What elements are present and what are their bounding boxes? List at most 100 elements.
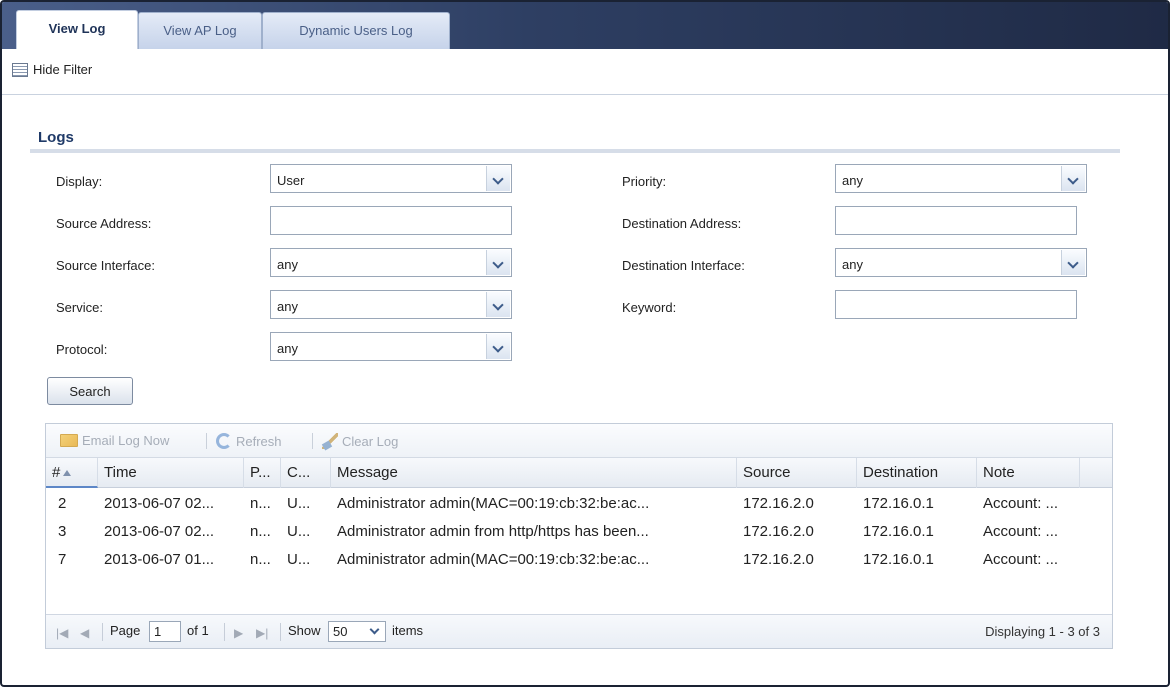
cell-category: U... bbox=[287, 495, 311, 512]
keyword-field[interactable] bbox=[836, 291, 1076, 318]
source-interface-select[interactable]: any bbox=[270, 248, 512, 277]
protocol-value: any bbox=[277, 341, 298, 356]
column-header-category[interactable]: C... bbox=[281, 458, 331, 488]
source-address-field[interactable] bbox=[271, 207, 511, 234]
cell-category: U... bbox=[287, 523, 311, 540]
page-count-label: of 1 bbox=[187, 623, 209, 638]
hide-filter-label: Hide Filter bbox=[33, 62, 93, 77]
source-interface-value: any bbox=[277, 257, 298, 272]
broom-icon bbox=[322, 433, 338, 449]
priority-select[interactable]: any bbox=[835, 164, 1087, 193]
column-header-priority[interactable]: P... bbox=[244, 458, 281, 488]
pager-divider bbox=[280, 623, 281, 641]
page-size-select[interactable]: 50 bbox=[328, 621, 386, 642]
column-header-label: # bbox=[52, 464, 61, 481]
show-label: Show bbox=[288, 623, 321, 638]
next-page-icon[interactable]: ▶ bbox=[234, 626, 243, 640]
cell-source: 172.16.2.0 bbox=[743, 523, 814, 540]
search-button[interactable]: Search bbox=[47, 377, 133, 405]
filter-toolbar: Hide Filter bbox=[2, 49, 1168, 95]
list-icon bbox=[12, 62, 28, 77]
refresh-label: Refresh bbox=[236, 433, 282, 449]
cell-destination: 172.16.0.1 bbox=[863, 495, 934, 512]
display-select[interactable]: User bbox=[270, 164, 512, 193]
cell-note: Account: ... bbox=[983, 495, 1059, 512]
log-window: View Log View AP Log Dynamic Users Log H… bbox=[0, 0, 1170, 687]
protocol-label: Protocol: bbox=[56, 342, 108, 357]
chevron-down-icon[interactable] bbox=[368, 625, 382, 638]
chevron-down-icon[interactable] bbox=[486, 334, 510, 359]
cell-time: 2013-06-07 02... bbox=[104, 495, 215, 512]
chevron-down-icon[interactable] bbox=[486, 250, 510, 275]
grid-header: # Time P... C... Message Source Destinat… bbox=[46, 458, 1112, 488]
cell-time: 2013-06-07 02... bbox=[104, 523, 215, 540]
cell-note: Account: ... bbox=[983, 523, 1059, 540]
chevron-down-icon[interactable] bbox=[486, 292, 510, 317]
email-log-now-button[interactable]: Email Log Now bbox=[60, 433, 169, 448]
table-row[interactable]: 3 2013-06-07 02... n... U... Administrat… bbox=[46, 518, 1112, 546]
table-row[interactable]: 7 2013-06-07 01... n... U... Administrat… bbox=[46, 546, 1112, 574]
table-row[interactable]: 2 2013-06-07 02... n... U... Administrat… bbox=[46, 490, 1112, 518]
last-page-icon[interactable]: ▶| bbox=[256, 626, 268, 640]
column-header-source[interactable]: Source bbox=[737, 458, 857, 488]
keyword-label: Keyword: bbox=[622, 300, 677, 315]
cell-number: 3 bbox=[58, 523, 67, 540]
cell-category: U... bbox=[287, 551, 311, 568]
section-title: Logs bbox=[38, 129, 74, 146]
column-header-time[interactable]: Time bbox=[98, 458, 244, 488]
destination-address-input[interactable] bbox=[835, 206, 1077, 235]
log-grid: Email Log Now Refresh Clear Log # Time P… bbox=[45, 423, 1113, 649]
chevron-down-icon[interactable] bbox=[1061, 250, 1085, 275]
column-header-destination[interactable]: Destination bbox=[857, 458, 977, 488]
items-label: items bbox=[392, 623, 424, 638]
chevron-down-icon[interactable] bbox=[486, 166, 510, 191]
clear-log-button[interactable]: Clear Log bbox=[322, 433, 398, 449]
pager-divider bbox=[224, 623, 225, 641]
cell-message: Administrator admin from http/https has … bbox=[337, 523, 649, 540]
cell-destination: 172.16.0.1 bbox=[863, 523, 934, 540]
destination-address-field[interactable] bbox=[836, 207, 1076, 234]
previous-page-icon[interactable]: ◀ bbox=[80, 626, 89, 640]
toolbar-divider bbox=[312, 433, 313, 449]
service-select[interactable]: any bbox=[270, 290, 512, 319]
destination-interface-select[interactable]: any bbox=[835, 248, 1087, 277]
cell-time: 2013-06-07 01... bbox=[104, 551, 215, 568]
displaying-count: Displaying 1 - 3 of 3 bbox=[985, 624, 1100, 639]
cell-destination: 172.16.0.1 bbox=[863, 551, 934, 568]
destination-interface-value: any bbox=[842, 257, 863, 272]
service-value: any bbox=[277, 299, 298, 314]
first-page-icon[interactable]: |◀ bbox=[56, 626, 68, 640]
keyword-input[interactable] bbox=[835, 290, 1077, 319]
column-header-note[interactable]: Note bbox=[977, 458, 1080, 488]
protocol-select[interactable]: any bbox=[270, 332, 512, 361]
page-number-input[interactable]: 1 bbox=[149, 621, 181, 642]
source-address-input[interactable] bbox=[270, 206, 512, 235]
grid-toolbar: Email Log Now Refresh Clear Log bbox=[46, 424, 1112, 458]
cell-source: 172.16.2.0 bbox=[743, 551, 814, 568]
display-label: Display: bbox=[56, 174, 103, 189]
tab-bar: View Log View AP Log Dynamic Users Log bbox=[2, 2, 1168, 49]
column-header-number[interactable]: # bbox=[46, 458, 98, 488]
pagination-bar: |◀ ◀ Page 1 of 1 ▶ ▶| Show 50 items Disp… bbox=[46, 614, 1112, 648]
cell-number: 7 bbox=[58, 551, 67, 568]
toolbar-divider bbox=[206, 433, 207, 449]
cell-note: Account: ... bbox=[983, 551, 1059, 568]
cell-priority: n... bbox=[250, 551, 271, 568]
chevron-down-icon[interactable] bbox=[1061, 166, 1085, 191]
tab-view-log[interactable]: View Log bbox=[16, 10, 138, 49]
email-log-now-label: Email Log Now bbox=[82, 433, 170, 448]
tab-dynamic-users-log[interactable]: Dynamic Users Log bbox=[262, 12, 450, 49]
cell-message: Administrator admin(MAC=00:19:cb:32:be:a… bbox=[337, 495, 650, 512]
sort-ascending-icon bbox=[63, 470, 72, 477]
page-size-value: 50 bbox=[333, 624, 348, 639]
source-address-label: Source Address: bbox=[56, 216, 152, 231]
clear-log-label: Clear Log bbox=[342, 433, 399, 449]
hide-filter-button[interactable]: Hide Filter bbox=[12, 62, 92, 77]
priority-value: any bbox=[842, 173, 863, 188]
column-header-message[interactable]: Message bbox=[331, 458, 737, 488]
pager-divider bbox=[102, 623, 103, 641]
refresh-button[interactable]: Refresh bbox=[216, 433, 282, 449]
tab-view-ap-log[interactable]: View AP Log bbox=[138, 12, 262, 49]
cell-priority: n... bbox=[250, 523, 271, 540]
cell-source: 172.16.2.0 bbox=[743, 495, 814, 512]
